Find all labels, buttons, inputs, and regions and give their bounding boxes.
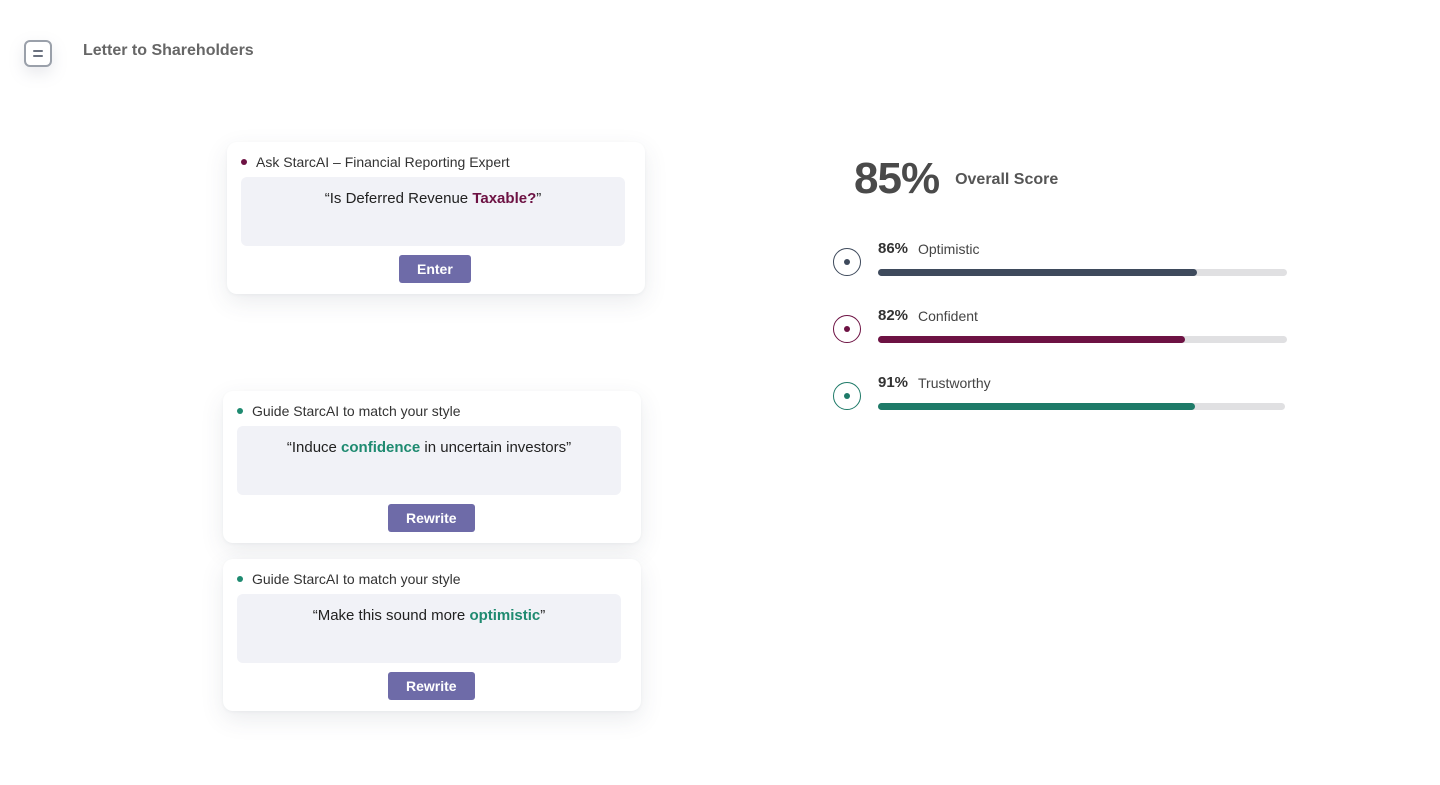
metric-percent: 86% — [878, 240, 909, 257]
metric-label: Optimistic — [918, 241, 980, 257]
prompt-highlight: Taxable? — [472, 190, 537, 207]
enter-button[interactable]: Enter — [399, 255, 471, 283]
status-dot — [237, 576, 243, 582]
metric-label: Confident — [918, 308, 978, 324]
style-card-heading: Guide StarcAI to match your style — [237, 403, 461, 419]
prompt-highlight: optimistic — [469, 607, 541, 624]
prompt-text: “Induce — [286, 439, 342, 456]
style-card-title: Guide StarcAI to match your style — [252, 403, 461, 419]
overall-score: 85% Overall Score — [854, 154, 1058, 204]
ask-starcai-card: Ask StarcAI – Financial Reporting Expert… — [227, 142, 645, 294]
metric-trustworthy: 91% Trustworthy — [833, 374, 1285, 414]
style-card-heading: Guide StarcAI to match your style — [237, 571, 461, 587]
prompt-text-end: ” — [540, 607, 546, 624]
menu-icon[interactable] — [24, 40, 52, 67]
metric-percent: 91% — [878, 374, 909, 391]
metric-confident: 82% Confident — [833, 307, 1287, 347]
metric-progress-fill — [878, 336, 1185, 343]
prompt-text-end: in uncertain investors” — [420, 439, 572, 456]
target-icon — [833, 315, 861, 343]
metric-progress-fill — [878, 403, 1196, 410]
document-title: Letter to Shareholders — [83, 42, 254, 59]
style-prompt-input[interactable]: “Induce confidence in uncertain investor… — [237, 426, 621, 495]
target-icon — [833, 248, 861, 276]
metric-progress-bar — [878, 403, 1285, 410]
prompt-highlight: confidence — [341, 439, 421, 456]
metric-optimistic: 86% Optimistic — [833, 240, 1287, 280]
style-card-title: Guide StarcAI to match your style — [252, 571, 461, 587]
prompt-text: “Is Deferred Revenue — [324, 190, 473, 207]
overall-score-value: 85% — [854, 154, 940, 203]
ask-prompt-input[interactable]: “Is Deferred Revenue Taxable?” — [241, 177, 625, 246]
overall-score-label: Overall Score — [955, 171, 1059, 188]
style-guide-card: Guide StarcAI to match your style “Make … — [223, 559, 641, 711]
prompt-text-end: ” — [536, 190, 542, 207]
target-icon — [833, 382, 861, 410]
style-guide-card: Guide StarcAI to match your style “Induc… — [223, 391, 641, 543]
prompt-text: “Make this sound more — [312, 607, 470, 624]
metric-progress-fill — [878, 269, 1198, 276]
status-dot — [241, 159, 247, 165]
rewrite-button[interactable]: Rewrite — [388, 504, 475, 532]
metric-progress-bar — [878, 336, 1287, 343]
metric-percent: 82% — [878, 307, 909, 324]
metric-label: Trustworthy — [918, 375, 991, 391]
status-dot — [237, 408, 243, 414]
style-prompt-input[interactable]: “Make this sound more optimistic” — [237, 594, 621, 663]
metric-progress-bar — [878, 269, 1287, 276]
ask-card-heading: Ask StarcAI – Financial Reporting Expert — [241, 154, 510, 170]
ask-card-title: Ask StarcAI – Financial Reporting Expert — [256, 154, 510, 170]
rewrite-button[interactable]: Rewrite — [388, 672, 475, 700]
